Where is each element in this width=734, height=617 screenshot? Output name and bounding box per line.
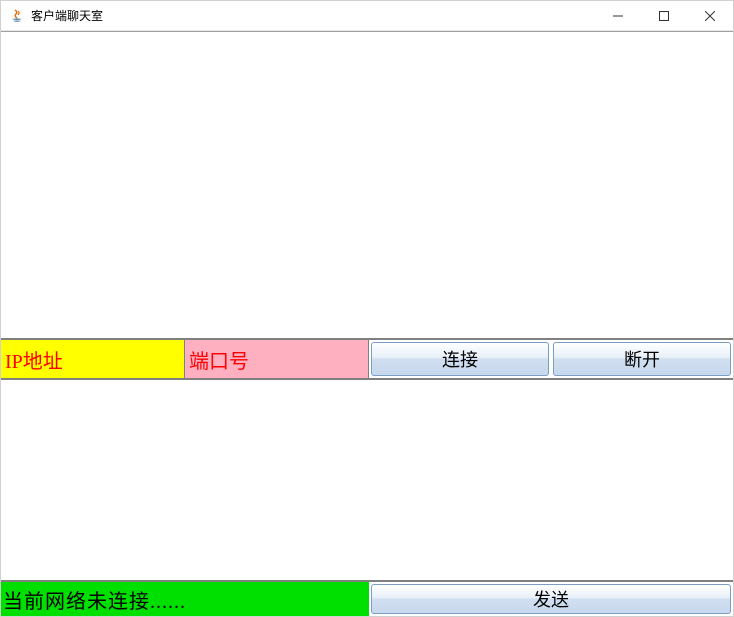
window-controls xyxy=(595,1,733,30)
window-title: 客户端聊天室 xyxy=(31,7,595,24)
window-frame: 客户端聊天室 IP地址 端口号 连接 断开 当前网络未连接...... 发送 xyxy=(0,0,734,617)
minimize-button[interactable] xyxy=(595,1,641,30)
ip-address-label: IP地址 xyxy=(1,340,185,378)
disconnect-button[interactable]: 断开 xyxy=(553,342,731,376)
titlebar: 客户端聊天室 xyxy=(1,1,733,31)
send-button[interactable]: 发送 xyxy=(371,584,731,614)
message-input-area[interactable] xyxy=(1,380,733,580)
close-button[interactable] xyxy=(687,1,733,30)
chat-display-area[interactable] xyxy=(1,32,733,338)
port-label: 端口号 xyxy=(185,340,369,378)
maximize-button[interactable] xyxy=(641,1,687,30)
connection-status: 当前网络未连接...... xyxy=(1,582,369,616)
status-bar: 当前网络未连接...... 发送 xyxy=(1,580,733,616)
connection-bar: IP地址 端口号 连接 断开 xyxy=(1,338,733,380)
java-icon xyxy=(9,8,25,24)
connect-button[interactable]: 连接 xyxy=(371,342,549,376)
content-area: IP地址 端口号 连接 断开 当前网络未连接...... 发送 xyxy=(1,31,733,616)
